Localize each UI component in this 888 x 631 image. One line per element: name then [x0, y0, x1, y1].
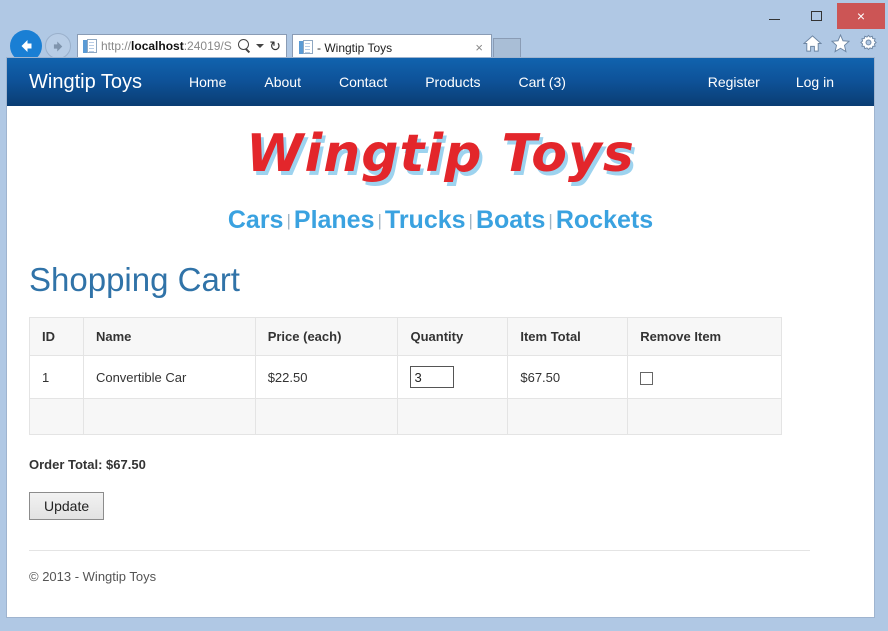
maximize-icon — [810, 11, 822, 21]
tab-title: - Wingtip Toys — [317, 40, 393, 55]
page-title: Shopping Cart — [29, 261, 240, 298]
search-icon[interactable] — [237, 39, 251, 53]
minimize-icon — [768, 19, 780, 20]
category-link-boats[interactable]: Boats — [476, 206, 545, 234]
category-link-planes[interactable]: Planes — [294, 206, 375, 234]
update-button[interactable]: Update — [29, 492, 105, 520]
title-bar: × — [6, 3, 885, 29]
table-row: 1 Convertible Car $22.50 $67.50 — [29, 355, 782, 399]
favorites-star-icon[interactable] — [831, 34, 850, 53]
nav-item-contact[interactable]: Contact — [320, 74, 406, 90]
table-row — [29, 398, 782, 435]
column-header-name: Name — [82, 317, 256, 356]
minimize-button[interactable] — [753, 3, 795, 29]
home-icon[interactable] — [803, 34, 822, 53]
url-scheme: http:// — [101, 39, 132, 53]
column-header-remove-item: Remove Item — [627, 317, 782, 356]
close-button[interactable]: × — [837, 3, 885, 29]
category-links: Cars | Planes | Trucks | Boats | Rockets — [29, 206, 852, 235]
nav-item-cart[interactable]: Cart (3) — [499, 74, 584, 90]
cell-item-total: $67.50 — [507, 355, 629, 399]
column-header-quantity: Quantity — [397, 317, 509, 356]
close-icon: × — [856, 8, 866, 24]
order-total-label: Order Total: $67.50 — [29, 457, 146, 472]
nav-item-products[interactable]: Products — [406, 74, 499, 90]
browser-command-bar — [803, 34, 878, 53]
tab-strip: - Wingtip Toys × — [292, 32, 521, 60]
cell-price: $22.50 — [254, 355, 399, 399]
category-separator: | — [286, 211, 291, 230]
cell-empty — [507, 398, 629, 435]
page-footer: © 2013 - Wingtip Toys — [29, 569, 157, 584]
page-document-icon — [83, 38, 97, 54]
category-link-cars[interactable]: Cars — [228, 206, 284, 234]
browser-window: × http://localhost:24019/S ↻ - Wingtip T… — [0, 0, 888, 631]
cell-empty — [82, 398, 256, 435]
page-viewport: Wingtip Toys Home About Contact Products… — [6, 57, 875, 618]
cart-table-head: ID Name Price (each) Quantity Item Total… — [29, 317, 782, 356]
category-separator: | — [548, 211, 553, 230]
chevron-down-icon[interactable] — [256, 44, 265, 48]
column-header-item-total: Item Total — [507, 317, 629, 356]
primary-nav: Home About Contact Products Cart (3) — [170, 74, 585, 90]
url-host: localhost — [131, 39, 184, 53]
site-brand[interactable]: Wingtip Toys — [29, 71, 142, 94]
cell-empty — [29, 398, 84, 435]
maximize-button[interactable] — [795, 3, 837, 29]
address-bar[interactable]: http://localhost:24019/S ↻ — [77, 34, 287, 58]
cell-quantity — [397, 355, 509, 399]
address-bar-url: http://localhost:24019/S — [101, 39, 237, 53]
table-header-row: ID Name Price (each) Quantity Item Total… — [29, 317, 782, 356]
nav-item-register[interactable]: Register — [690, 74, 778, 90]
column-header-id: ID — [29, 317, 84, 356]
column-header-price: Price (each) — [254, 317, 399, 356]
cell-empty — [397, 398, 509, 435]
tab-favicon-icon — [299, 40, 313, 55]
page-content: Wingtip Toys Cars | Planes | Trucks | Boats | Ro… — [7, 106, 874, 617]
refresh-icon[interactable]: ↻ — [269, 39, 281, 53]
tab-close-icon[interactable]: × — [471, 40, 487, 55]
cell-empty — [627, 398, 782, 435]
cell-id: 1 — [29, 355, 84, 399]
forward-button[interactable] — [45, 33, 71, 59]
address-bar-icons: ↻ — [237, 39, 283, 53]
settings-gear-icon[interactable] — [859, 34, 878, 53]
remove-item-checkbox[interactable] — [640, 371, 654, 385]
category-separator: | — [377, 211, 382, 230]
cell-empty — [254, 398, 399, 435]
url-path: :24019/S — [183, 39, 232, 53]
nav-item-login[interactable]: Log in — [778, 74, 852, 90]
category-separator: | — [468, 211, 473, 230]
quantity-input[interactable] — [410, 366, 455, 388]
nav-item-home[interactable]: Home — [170, 74, 245, 90]
shopping-cart-table: ID Name Price (each) Quantity Item Total… — [29, 317, 782, 435]
category-link-trucks[interactable]: Trucks — [385, 206, 466, 234]
site-navbar: Wingtip Toys Home About Contact Products… — [7, 58, 874, 106]
account-nav: Register Log in — [690, 74, 852, 90]
cell-remove — [627, 355, 782, 399]
site-logo: Wingtip Toys — [246, 124, 635, 184]
cell-name: Convertible Car — [82, 355, 256, 399]
window-controls: × — [753, 3, 885, 29]
forward-arrow-icon — [53, 41, 62, 51]
cart-table-body: 1 Convertible Car $22.50 $67.50 — [29, 355, 782, 435]
footer-divider — [29, 550, 810, 551]
nav-item-about[interactable]: About — [245, 74, 320, 90]
back-arrow-icon — [21, 40, 32, 52]
category-link-rockets[interactable]: Rockets — [556, 206, 653, 234]
